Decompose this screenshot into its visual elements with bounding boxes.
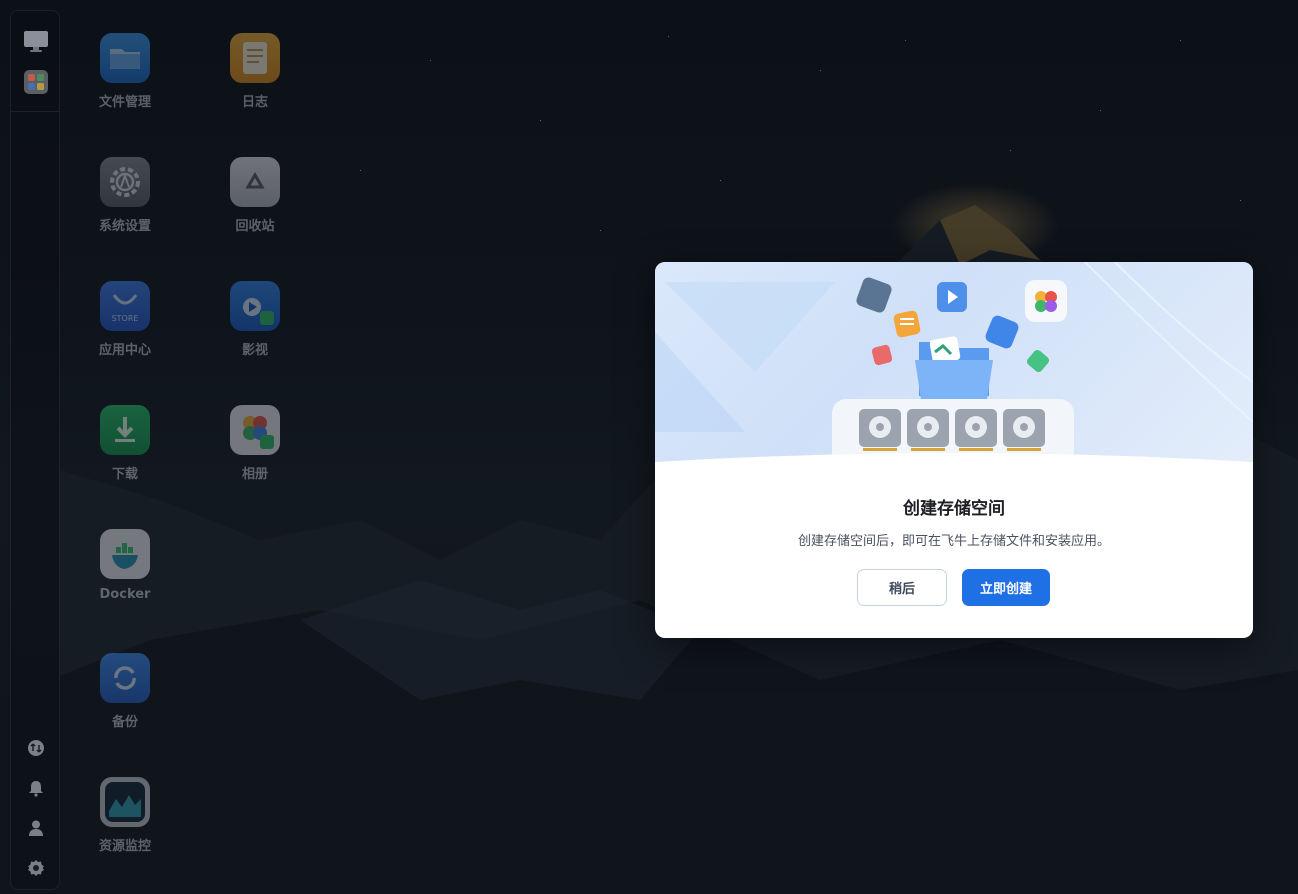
dialog-illustration: [655, 262, 1253, 469]
desktop-icon-docker[interactable]: Docker: [70, 529, 180, 602]
download-icon: [100, 405, 150, 455]
dialog-description: 创建存储空间后，即可在飞牛上存储文件和安装应用。: [797, 534, 1110, 549]
upload-download-icon[interactable]: [23, 735, 49, 761]
settings-icon: [100, 157, 150, 207]
desktop-icon-resource-monitor[interactable]: 资源监控: [70, 777, 180, 854]
desktop-icon-label: 系统设置: [98, 219, 151, 234]
desktop-icon-photos[interactable]: 相册: [200, 405, 310, 482]
apps-grid-icon[interactable]: [23, 69, 49, 95]
user-icon[interactable]: [23, 815, 49, 841]
desktop-icon-backup[interactable]: 备份: [70, 653, 180, 730]
desktop-icon-label: 影视: [241, 343, 268, 358]
dialog-title: 创建存储空间: [903, 499, 1005, 519]
desktop-icon-label: 下载: [111, 467, 138, 482]
dock-sidebar: [10, 10, 60, 890]
desktop-icon-app-center[interactable]: STORE 应用中心: [70, 281, 180, 358]
folder-icon: [100, 33, 150, 83]
desktop-icon-label: 相册: [241, 467, 268, 482]
desktop-icon-label: 回收站: [235, 219, 275, 234]
desktop-icon-download[interactable]: 下载: [70, 405, 180, 482]
monitor-icon[interactable]: [23, 28, 49, 54]
later-button[interactable]: 稍后: [857, 569, 947, 606]
sidebar-divider: [11, 111, 59, 112]
docker-icon: [100, 529, 150, 579]
gear-icon[interactable]: [23, 855, 49, 881]
resource-monitor-icon: [100, 777, 150, 827]
desktop-icon-label: 日志: [241, 95, 268, 110]
desktop-icon-label: 应用中心: [98, 343, 151, 358]
create-storage-dialog: 创建存储空间 创建存储空间后，即可在飞牛上存储文件和安装应用。 稍后 立即创建: [655, 262, 1253, 638]
desktop-icon-label: 备份: [111, 715, 138, 730]
desktop-icon-label: Docker: [99, 587, 151, 602]
recycle-bin-icon: [230, 157, 280, 207]
log-icon: [230, 33, 280, 83]
desktop-icon-label: 资源监控: [98, 839, 151, 854]
hero-curve: [655, 453, 1253, 480]
photos-icon: [230, 405, 280, 455]
desktop-icon-label: 文件管理: [98, 95, 151, 110]
create-now-button[interactable]: 立即创建: [962, 569, 1050, 606]
desktop-icon-log[interactable]: 日志: [200, 33, 310, 110]
desktop-icon-settings[interactable]: 系统设置: [70, 157, 180, 234]
desktop-icon-video[interactable]: 影视: [200, 281, 310, 358]
store-badge-text: STORE: [112, 314, 139, 323]
bell-icon[interactable]: [23, 775, 49, 801]
desktop-icon-file-manager[interactable]: 文件管理: [70, 33, 180, 110]
backup-icon: [100, 653, 150, 703]
video-icon: [230, 281, 280, 331]
app-store-icon: STORE: [100, 281, 150, 331]
desktop-icon-recycle-bin[interactable]: 回收站: [200, 157, 310, 234]
